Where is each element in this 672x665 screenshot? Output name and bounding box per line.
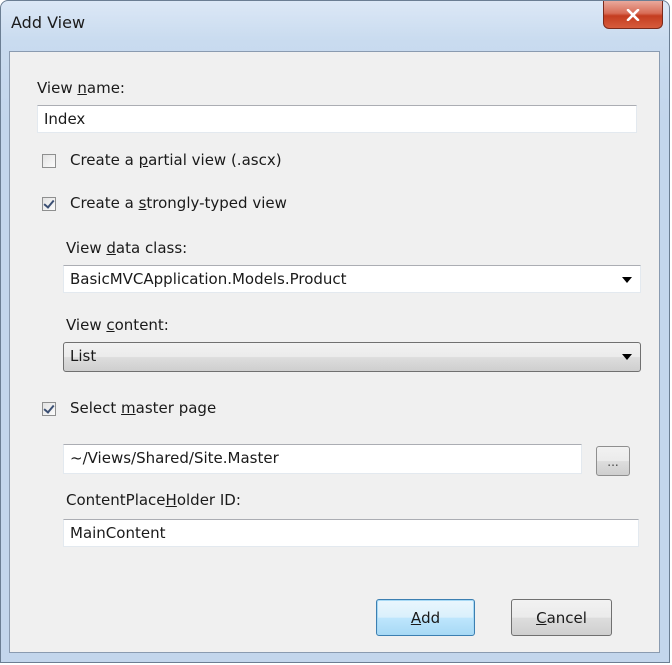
master-page-checkbox[interactable] <box>42 402 56 416</box>
content-placeholder-label: ContentPlaceHolder ID: <box>66 491 241 509</box>
view-content-label: View content: <box>66 316 169 334</box>
strongly-typed-checkbox[interactable] <box>42 197 56 211</box>
cancel-button[interactable]: Cancel <box>511 599 612 636</box>
view-data-class-label: View data class: <box>66 239 188 257</box>
partial-view-label[interactable]: Create a partial view (.ascx) <box>70 151 282 169</box>
dialog-body: View name: Index Create a partial view (… <box>9 51 660 653</box>
chevron-down-icon[interactable] <box>622 277 632 283</box>
close-icon <box>626 8 640 21</box>
view-content-value: List <box>70 347 97 365</box>
close-button[interactable] <box>603 1 663 29</box>
view-name-label: View name: <box>37 79 125 97</box>
master-page-label[interactable]: Select master page <box>70 399 216 417</box>
master-page-path-input[interactable]: ~/Views/Shared/Site.Master <box>63 444 582 474</box>
view-name-input[interactable]: Index <box>37 105 637 133</box>
add-button[interactable]: Add <box>376 599 475 636</box>
add-view-dialog: Add View View name: Index Create a parti… <box>0 0 670 663</box>
dialog-title: Add View <box>11 13 86 32</box>
view-data-class-combobox[interactable]: BasicMVCApplication.Models.Product <box>63 265 641 293</box>
partial-view-checkbox[interactable] <box>42 154 56 168</box>
strongly-typed-label[interactable]: Create a strongly-typed view <box>70 194 287 212</box>
view-content-dropdown[interactable]: List <box>63 342 641 372</box>
content-placeholder-input[interactable]: MainContent <box>63 519 639 547</box>
view-data-class-value: BasicMVCApplication.Models.Product <box>70 270 347 288</box>
chevron-down-icon <box>622 354 632 360</box>
browse-button[interactable]: ... <box>596 446 630 476</box>
title-bar[interactable]: Add View <box>1 1 669 53</box>
